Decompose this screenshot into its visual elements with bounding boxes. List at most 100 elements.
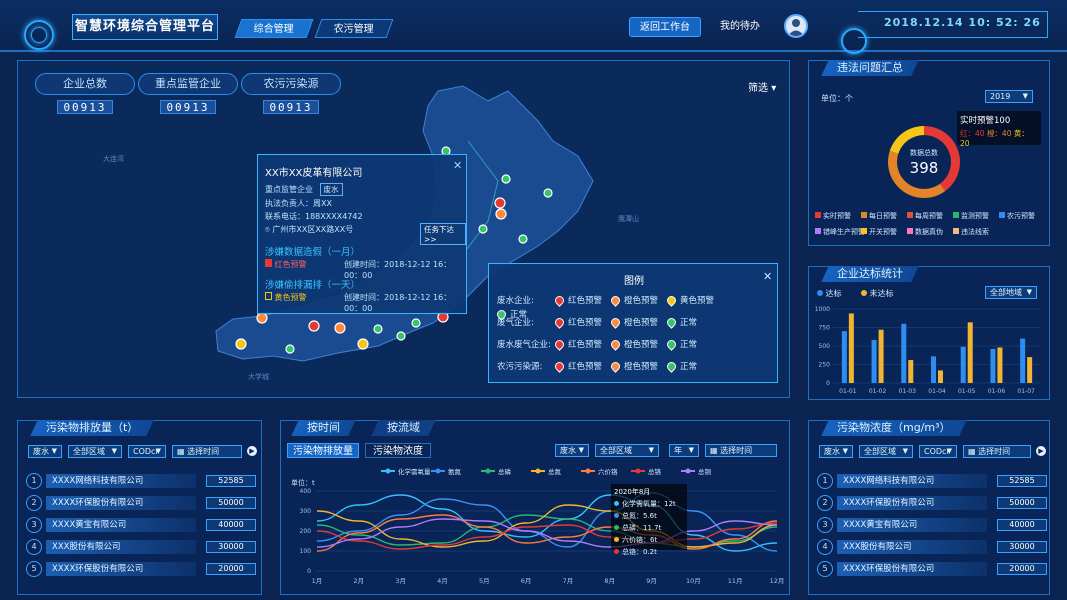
case-title[interactable]: 涉嫌数据造假（一月） — [265, 244, 360, 258]
company-name: XXXX环保股份有限公司 — [837, 496, 987, 510]
stat-label: 重点监管企业 — [138, 73, 238, 95]
ranking-row[interactable]: 5 XXXX环保股份有限公司 20000 — [26, 561, 256, 579]
panel-title: 污染物浓度（mg/m³） — [821, 420, 967, 436]
close-icon[interactable]: ✕ — [763, 270, 772, 283]
panel-title-text: 污染物排放量（t） — [46, 421, 139, 434]
ranking-row[interactable]: 3 XXXX黄宝有限公司 40000 — [26, 517, 256, 535]
bar[interactable] — [841, 331, 847, 383]
legend-row-label: 废气企业: — [497, 318, 534, 328]
marker-green[interactable] — [478, 224, 488, 234]
marker-red[interactable] — [494, 197, 506, 209]
tab-comprehensive[interactable]: 综合管理 — [234, 19, 314, 38]
address-text: 广州市XX区XX路XX号 — [272, 225, 354, 234]
bar[interactable] — [1027, 357, 1033, 383]
legend-item-label: 红色预警 — [568, 318, 603, 328]
ranking-row[interactable]: 4 XXX股份有限公司 30000 — [26, 539, 256, 557]
marker-orange[interactable] — [495, 208, 507, 220]
tab-agri-pollution[interactable]: 农污管理 — [314, 19, 394, 38]
legend-label: 总磷 — [498, 467, 512, 476]
legend-item-label: 橙色预警 — [624, 318, 659, 328]
type-select[interactable]: 废水 ▼ — [819, 445, 853, 458]
close-icon[interactable]: ✕ — [453, 159, 462, 172]
marker-red[interactable] — [308, 320, 320, 332]
marker-green[interactable] — [285, 344, 295, 354]
type-select[interactable]: 废水 ▼ — [28, 445, 62, 458]
marker-green[interactable] — [373, 324, 383, 334]
ranking-row[interactable]: 1 XXXX网络科技有限公司 52585 — [26, 473, 256, 491]
area-select[interactable]: 全部区域 ▼ — [595, 444, 659, 457]
ranking-row[interactable]: 4 XXX股份有限公司 30000 — [817, 539, 1047, 557]
marker-green[interactable] — [501, 174, 511, 184]
assign-task-button[interactable]: 任务下达>> — [420, 223, 466, 245]
issue-legend-item: 监测预警 — [953, 211, 989, 221]
bar[interactable] — [871, 340, 877, 383]
dot-icon — [861, 290, 867, 296]
marker-orange[interactable] — [334, 322, 346, 334]
region-select[interactable]: 全部地域 ▼ — [985, 286, 1037, 299]
ranking-row[interactable]: 1 XXXX网络科技有限公司 52585 — [817, 473, 1047, 491]
trend-line-chart[interactable]: 单位：t 化学需氧量 氨氮 总磷 总氮 六价铬 总铬 总铜 0 100 200 300 400 1月 2月 3… — [281, 461, 789, 594]
return-workspace-button[interactable]: 返回工作台 — [629, 17, 701, 37]
bar[interactable] — [1020, 338, 1026, 383]
marker-green[interactable] — [543, 188, 553, 198]
bar[interactable] — [990, 348, 996, 383]
marker-yellow[interactable] — [357, 338, 369, 350]
bar[interactable] — [960, 346, 966, 383]
bar[interactable] — [967, 322, 973, 383]
legend-item-label: 错峰生产预警 — [823, 228, 865, 236]
subtab-emission[interactable]: 污染物排放量 — [287, 443, 359, 458]
arrow-right-icon[interactable]: ▶ — [247, 446, 257, 456]
year-select[interactable]: 2019 ▼ — [985, 90, 1033, 103]
bar[interactable] — [878, 329, 884, 383]
legend-item-label: 红色预警 — [568, 296, 603, 306]
marker-green[interactable] — [411, 318, 421, 328]
y-tick-label: 500 — [819, 343, 831, 350]
bar[interactable] — [938, 370, 943, 383]
filter-dropdown[interactable]: 筛选 ▾ — [748, 79, 776, 94]
area-select[interactable]: 全部区域 ▼ — [68, 445, 122, 458]
marker-orange[interactable] — [256, 312, 268, 324]
marker-green[interactable] — [396, 331, 406, 341]
bar[interactable] — [901, 323, 907, 383]
tab-by-basin[interactable]: 按流域 — [371, 420, 436, 436]
legend-item-label: 监测预警 — [961, 212, 989, 220]
pollutant-select[interactable]: CODcr ▼ — [128, 445, 166, 458]
user-avatar[interactable] — [784, 14, 808, 38]
area-select[interactable]: 全部区域 ▼ — [859, 445, 913, 458]
rank-value: 50000 — [206, 497, 256, 509]
ranking-row[interactable]: 2 XXXX环保股份有限公司 50000 — [26, 495, 256, 513]
company-name: XXX股份有限公司 — [837, 540, 987, 554]
issue-donut[interactable]: 数据总数 398 — [879, 117, 969, 207]
legend-item-label: 农污预警 — [1007, 212, 1035, 220]
ranking-row[interactable]: 5 XXXX环保股份有限公司 20000 — [817, 561, 1047, 579]
tooltip-line-text: 总氮：5.6t — [622, 512, 657, 520]
case-time: 创建时间：2018-12-12 16：00：00 — [344, 260, 452, 280]
ranking-row[interactable]: 2 XXXX环保股份有限公司 50000 — [817, 495, 1047, 513]
time-picker[interactable]: ▦ 选择时间 — [963, 445, 1031, 458]
company-name: XXXX网络科技有限公司 — [837, 474, 987, 488]
legend-label: 总铬 — [648, 467, 662, 476]
marker-yellow[interactable] — [235, 338, 247, 350]
bar[interactable] — [997, 347, 1003, 383]
my-todo-link[interactable]: 我的待办 — [720, 17, 760, 37]
case-title[interactable]: 涉嫌偷排漏排（一天） — [265, 277, 360, 291]
bar[interactable] — [848, 313, 854, 383]
tab-by-time[interactable]: 按时间 — [291, 420, 356, 436]
period-select[interactable]: 年 ▼ — [669, 444, 699, 457]
time-picker[interactable]: ▦ 选择时间 — [705, 444, 777, 457]
legend-bad: 未达标 — [861, 288, 894, 299]
bar[interactable] — [931, 356, 936, 383]
standard-bar-chart[interactable]: 0 250 500 750 1000 01-01 01-02 01-03 01-04 01-05 0… — [809, 303, 1049, 399]
select-value: 2019 — [990, 92, 1011, 101]
bar[interactable] — [908, 360, 914, 383]
pollutant-select[interactable]: CODcr ▼ — [919, 445, 957, 458]
map-pin-icon — [665, 294, 678, 307]
legend-item-label: 每周预警 — [915, 212, 943, 220]
subtab-concentration[interactable]: 污染物浓度 — [365, 443, 431, 458]
datetime-display: 2018.12.14 10: 52: 26 — [884, 16, 1041, 29]
ranking-row[interactable]: 3 XXXX黄宝有限公司 40000 — [817, 517, 1047, 535]
type-select[interactable]: 废水 ▼ — [555, 444, 589, 457]
time-picker[interactable]: ▦ 选择时间 — [172, 445, 242, 458]
arrow-right-icon[interactable]: ▶ — [1036, 446, 1046, 456]
marker-green[interactable] — [518, 234, 528, 244]
